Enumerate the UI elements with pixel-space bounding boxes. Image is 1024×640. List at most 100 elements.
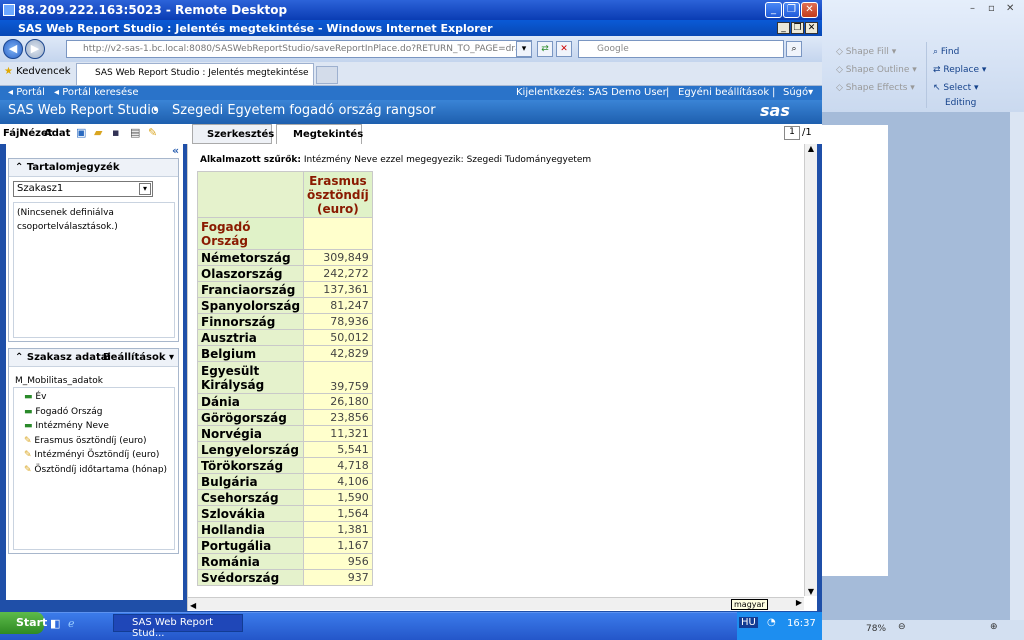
value-cell: 4,106 <box>303 473 373 490</box>
applied-filters: Alkalmazott szűrők: Intézmény Neve ezzel… <box>200 155 592 165</box>
open-folder-icon[interactable]: ▰ <box>94 126 102 139</box>
minimize-button[interactable]: _ <box>765 2 782 18</box>
country-cell: Egyesült Királyság <box>196 361 305 394</box>
start-button[interactable]: Start <box>0 612 47 634</box>
value-cell: 5,541 <box>303 441 373 458</box>
favorites-button[interactable]: ★ Kedvencek <box>4 66 71 77</box>
value-cell: 23,856 <box>303 409 373 426</box>
word-close-icon[interactable]: ✕ <box>1006 3 1014 14</box>
horizontal-scrollbar[interactable]: ◀ ▶ <box>188 597 804 610</box>
edit-icon[interactable]: ✎ <box>148 126 157 139</box>
word-minimize-icon[interactable]: – <box>970 3 975 14</box>
menu-data[interactable]: Adat <box>44 128 70 139</box>
close-button[interactable]: ✕ <box>801 2 818 18</box>
value-cell: 242,272 <box>303 265 373 282</box>
word-scrollbar[interactable] <box>1010 112 1024 620</box>
replace-button[interactable]: ⇄ Replace ▾ <box>933 65 986 75</box>
restore-button[interactable]: ❐ <box>783 2 800 18</box>
refresh-icon[interactable]: ⇄ <box>537 41 553 57</box>
table-row: Lengyelország 5,541 <box>196 441 373 458</box>
ie-quicklaunch-icon[interactable]: ℯ <box>68 617 75 630</box>
browser-tab[interactable]: SAS Web Report Studio : Jelentés megteki… <box>76 63 314 85</box>
portal-link[interactable]: ◂ Portál <box>8 87 45 98</box>
country-cell: Spanyolország <box>196 297 305 314</box>
list-item[interactable]: ▬ Év <box>24 392 174 407</box>
browser-minimize-button[interactable]: _ <box>777 22 790 34</box>
shape-effects-button[interactable]: ◇ Shape Effects ▾ <box>836 83 915 93</box>
sas-logo: sas <box>760 101 790 120</box>
list-item[interactable]: ▬ Intézmény Neve <box>24 421 174 436</box>
table-row: Svédország 937 <box>196 569 373 586</box>
app-title: SAS Web Report Studio <box>8 103 159 118</box>
value-cell: 26,180 <box>303 393 373 410</box>
country-cell: Franciaország <box>196 281 305 298</box>
zoom-level: 78% <box>866 624 887 634</box>
editing-group: ⌕ Find ⇄ Replace ▾ ↖ Select ▾ Editing <box>926 42 998 108</box>
language-indicator[interactable]: HU <box>739 617 758 628</box>
tray-icon[interactable]: ◔ <box>767 617 776 628</box>
list-item[interactable]: ▬ Fogadó Ország <box>24 407 174 422</box>
list-item[interactable]: ✎ Intézményi Ösztöndíj (euro) <box>24 450 174 465</box>
search-input[interactable]: Google <box>578 40 784 58</box>
word-ribbon: – ▫ ✕ ◇ Shape Fill ▾ ◇ Shape Outline ▾ ◇… <box>822 0 1024 112</box>
zoom-out-icon[interactable]: ⊖ <box>898 622 906 632</box>
tab-view[interactable]: Megtekintés <box>276 124 363 145</box>
table-row: Norvégia 11,321 <box>196 425 373 442</box>
list-item[interactable]: ✎ Ösztöndíj időtartama (hónap) <box>24 465 174 480</box>
no-groups-text: (Nincsenek definiálva csoportelválasztás… <box>13 202 175 338</box>
select-button[interactable]: ↖ Select ▾ <box>933 83 979 93</box>
section-select[interactable]: Szakasz1 ▾ <box>13 181 153 197</box>
value-cell: 39,759 <box>303 361 373 394</box>
logout-link[interactable]: Kijelentkezés: SAS Demo User <box>516 87 667 98</box>
new-icon[interactable]: ▣ <box>76 126 86 139</box>
country-cell: Dánia <box>196 393 305 410</box>
field-list: ▬ Év ▬ Fogadó Ország ▬ Intézmény Neve ✎ … <box>13 387 175 550</box>
table-row: Németország 309,849 <box>196 249 373 266</box>
find-button[interactable]: ⌕ Find <box>933 47 959 57</box>
desktop-icon[interactable]: ◧ <box>50 617 60 630</box>
toolbar-row: Fájl Nézet Adat ▣ ▰ ▪ ▤ ✎ Szerkesztés Me… <box>0 124 822 145</box>
page-number-input[interactable]: 1 <box>784 126 800 140</box>
tab-edit[interactable]: Szerkesztés <box>192 124 274 144</box>
page-total: /1 <box>802 127 812 138</box>
value-cell: 50,012 <box>303 329 373 346</box>
report-table: Erasmus ösztöndíj (euro) Fogadó Ország N… <box>196 171 373 586</box>
country-cell: Szlovákia <box>196 505 305 522</box>
country-cell: Németország <box>196 249 305 266</box>
settings-dropdown[interactable]: Beállítások ▾ <box>103 352 174 363</box>
word-restore-icon[interactable]: ▫ <box>988 3 995 14</box>
report-area: Alkalmazott szűrők: Intézmény Neve ezzel… <box>187 144 817 611</box>
vertical-scrollbar[interactable]: ▲ ▼ <box>804 144 817 596</box>
help-link[interactable]: Súgó▾ <box>783 87 813 98</box>
forward-icon[interactable]: ▶ <box>25 39 45 59</box>
taskbar-item[interactable]: SAS Web Report Stud... <box>113 614 243 639</box>
table-row: Dánia 26,180 <box>196 393 373 410</box>
collapse-icon[interactable]: « <box>172 144 179 157</box>
toc-panel: ⌃ Tartalomjegyzék Szakasz1 ▾ (Nincsenek d… <box>8 158 179 342</box>
save-icon[interactable]: ▪ <box>112 126 119 139</box>
shape-outline-button[interactable]: ◇ Shape Outline ▾ <box>836 65 917 75</box>
back-icon[interactable]: ◀ <box>3 39 23 59</box>
list-item[interactable]: ✎ Erasmus ösztöndíj (euro) <box>24 436 174 451</box>
address-dropdown-icon[interactable]: ▾ <box>516 41 532 57</box>
country-cell: Görögország <box>196 409 305 426</box>
report-title: Szegedi Egyetem fogadó ország rangsor <box>172 103 436 118</box>
word-statusbar: 78% ⊖ ⊕ <box>822 620 1024 640</box>
zoom-in-icon[interactable]: ⊕ <box>990 622 998 632</box>
table-row: Románia 956 <box>196 553 373 570</box>
value-cell: 42,829 <box>303 345 373 362</box>
table-row: Szlovákia 1,564 <box>196 505 373 522</box>
print-icon[interactable]: ▤ <box>130 126 140 139</box>
search-icon[interactable]: ⌕ <box>786 41 802 57</box>
new-tab-button[interactable] <box>316 66 338 84</box>
preferences-link[interactable]: Egyéni beállítások <box>678 87 769 98</box>
section-data-header: ⌃ Szakasz adatai Beállítások ▾ <box>9 349 178 367</box>
address-bar[interactable]: http://v2-sas-1.bc.local:8080/SASWebRepo… <box>66 40 532 58</box>
country-cell: Ausztria <box>196 329 305 346</box>
stop-icon[interactable]: ✕ <box>556 41 572 57</box>
shape-fill-button[interactable]: ◇ Shape Fill ▾ <box>836 47 896 57</box>
portal-search-link[interactable]: ◂ Portál keresése <box>54 87 138 98</box>
value-cell: 309,849 <box>303 249 373 266</box>
browser-close-button[interactable]: ✕ <box>805 22 818 34</box>
browser-restore-button[interactable]: ❐ <box>791 22 804 34</box>
